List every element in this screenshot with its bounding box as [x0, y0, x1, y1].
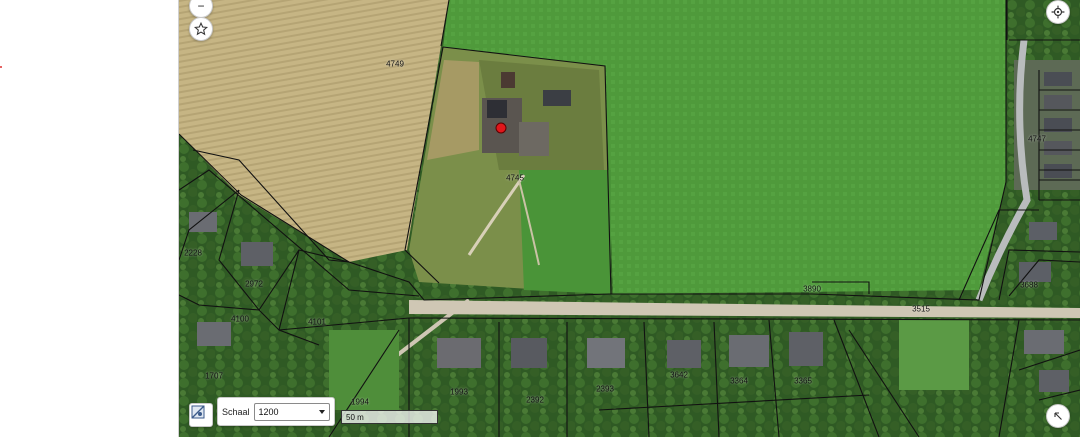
parcel-label: 1993: [450, 387, 468, 397]
side-panel: [0, 0, 179, 437]
aerial-photo: [179, 0, 1080, 437]
parcel-label: 3365: [794, 376, 812, 386]
minus-icon: −: [197, 0, 205, 13]
parcel-label: 4749: [386, 59, 404, 69]
arrow-up-left-icon: [1054, 412, 1062, 420]
parcel-label: 2972: [245, 279, 263, 289]
map-canvas[interactable]: 4749 4745 4747 3890 3515 3688 2228 2972 …: [179, 0, 1080, 437]
scale-label: Schaal: [222, 406, 250, 417]
parcel-label: 4101: [308, 317, 326, 327]
expand-button[interactable]: [1046, 404, 1070, 428]
parcel-label: 2393: [596, 384, 614, 394]
parcel-label: 3364: [730, 376, 748, 386]
parcel-label: 3642: [670, 370, 688, 380]
favorite-button[interactable]: [189, 17, 213, 41]
crosshair-icon: [1051, 5, 1065, 19]
map-tool-button[interactable]: [189, 403, 213, 427]
scale-value: 1200: [258, 406, 279, 417]
parcel-label: 1707: [205, 371, 223, 381]
parcel-label: 4745: [506, 173, 524, 183]
scale-select[interactable]: 1200: [253, 402, 330, 421]
parcel-label: 4747: [1028, 134, 1046, 144]
scale-bar: 50 m: [341, 410, 438, 424]
panel-dot: [0, 66, 2, 68]
parcel-label: 4100: [231, 314, 249, 324]
location-marker: [495, 122, 507, 134]
scale-bar-text: 50 m: [346, 413, 364, 422]
star-icon: [194, 22, 208, 36]
scale-control: Schaal 1200: [217, 397, 335, 426]
parcel-label: 2392: [526, 395, 544, 405]
chevron-down-icon: [319, 409, 325, 414]
locate-button[interactable]: [1046, 0, 1070, 24]
parcel-label: 1994: [351, 397, 369, 407]
parcel-label: 3688: [1020, 280, 1038, 290]
parcel-label: 3515: [912, 304, 930, 314]
parcel-label: 3890: [803, 284, 821, 294]
map-tool-icon: [191, 405, 205, 419]
parcel-label: 2228: [184, 248, 202, 258]
